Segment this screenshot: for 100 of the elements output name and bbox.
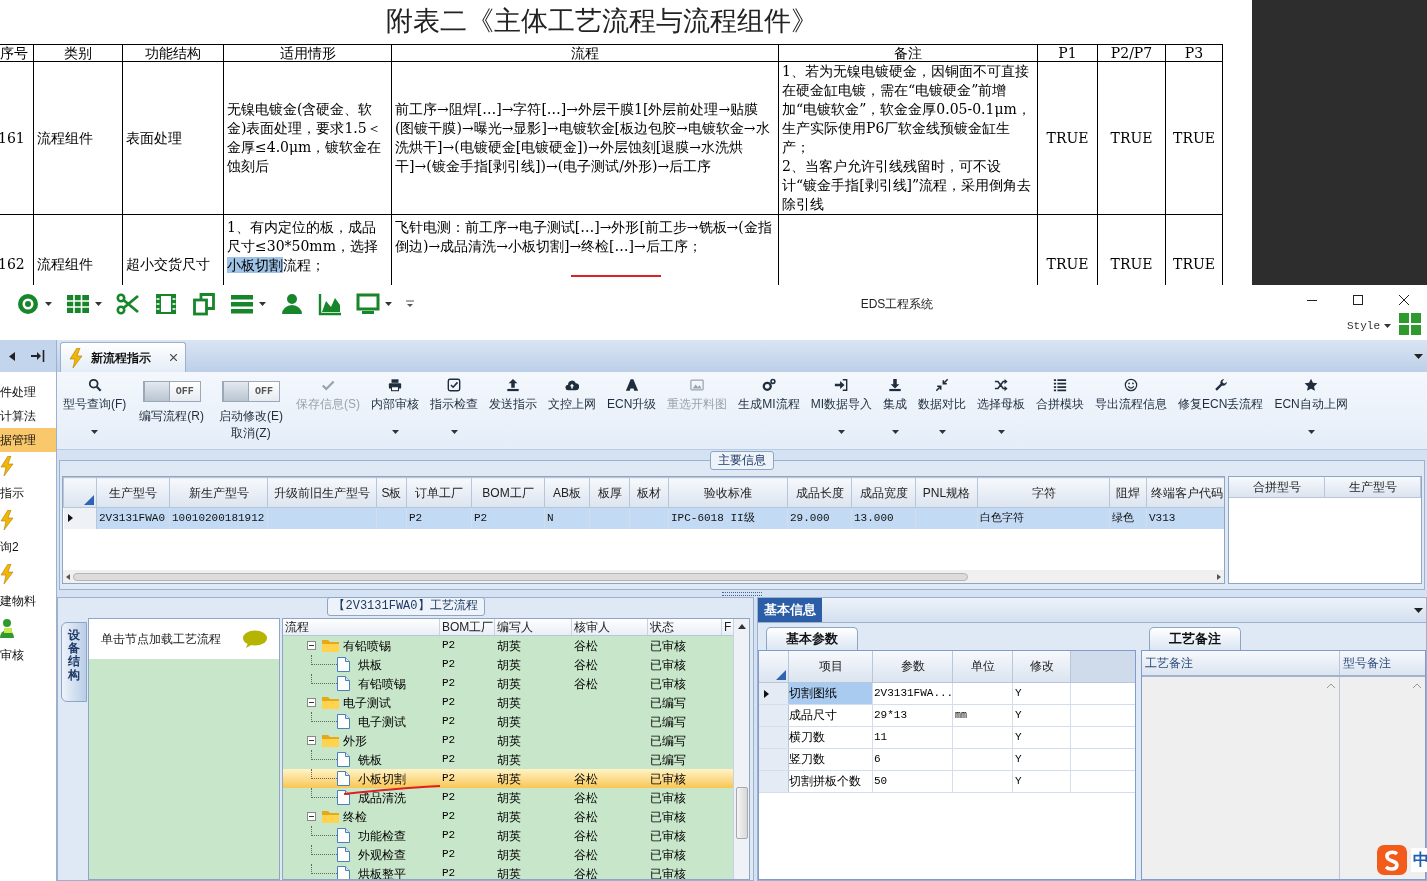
table-row[interactable]: 2V3131FWA0 10010200181912 P2 P2 N IPC-6018 II级 29.000 13.000 白色字符 绿色 V313 — [63, 507, 1224, 529]
dropdown-icon[interactable] — [1414, 607, 1423, 613]
ime-mode-text[interactable]: 中 — [1411, 848, 1427, 872]
panel-tab[interactable]: 基本信息 — [758, 598, 822, 622]
back-icon[interactable] — [9, 351, 15, 361]
nav-item[interactable]: 建物料 — [0, 560, 56, 614]
column-header[interactable]: 新生产型号 — [169, 477, 268, 508]
tree-row[interactable]: 外观检查 P2 胡英 谷松 已审核 — [283, 845, 733, 864]
scroll-right-icon[interactable] — [1217, 573, 1221, 580]
toolbar-button[interactable]: 指示检查 — [428, 372, 480, 449]
column-header[interactable]: S板 — [376, 477, 407, 508]
customize-icon[interactable] — [406, 299, 414, 308]
nav-item[interactable]: 询2 — [0, 506, 56, 560]
tree-row[interactable]: 有铅喷锡 P2 胡英 谷松 已审核 — [283, 674, 733, 693]
dropdown-icon[interactable] — [1414, 353, 1423, 359]
nav-item[interactable]: 件处理 — [0, 380, 56, 404]
column-header[interactable]: 生产型号 — [96, 477, 170, 508]
column-header[interactable]: 终端客户代码 — [1146, 477, 1224, 508]
column-header[interactable]: 单位 — [953, 651, 1013, 682]
ime-logo-icon[interactable] — [1377, 845, 1407, 875]
tree-row[interactable]: 终检 P2 胡英 谷松 已审核 — [283, 807, 733, 826]
collapse-icon[interactable] — [307, 641, 316, 650]
toolbar-button[interactable]: 文控上网 — [546, 372, 598, 449]
lifebuoy-icon[interactable] — [16, 291, 40, 316]
person-icon[interactable] — [280, 291, 304, 316]
scrollbar-thumb[interactable] — [735, 787, 748, 839]
column-header[interactable]: 合拼型号 — [1229, 477, 1325, 498]
row-header[interactable] — [759, 683, 789, 704]
scrollbar-thumb[interactable] — [73, 572, 968, 581]
nav-item[interactable]: 审核 — [0, 614, 56, 668]
tree-row[interactable]: 铣板 P2 胡英 已编写 — [283, 750, 733, 769]
toolbar-button[interactable]: 数据对比 — [916, 372, 969, 449]
tree-row[interactable]: 成品清洗 P2 胡英 谷松 已审核 — [283, 788, 733, 807]
collapse-icon[interactable] — [307, 812, 316, 821]
monitor-icon[interactable] — [356, 291, 380, 316]
sign-in-icon[interactable] — [31, 350, 45, 362]
toolbar-button[interactable]: 型号查询(F) — [61, 372, 129, 449]
column-header[interactable]: 修改 — [1013, 651, 1071, 682]
tree-row[interactable]: 电子测试 P2 胡英 已编写 — [283, 693, 733, 712]
column-header[interactable]: 成品长度 — [787, 477, 852, 508]
toolbar-button[interactable]: ECN升级 — [605, 372, 659, 449]
column-header[interactable]: 字符 — [977, 477, 1110, 508]
toolbar-button[interactable]: ECN自动上网 — [1272, 372, 1350, 449]
column-header[interactable]: 流程 — [283, 619, 440, 635]
toolbar-button[interactable]: MI数据导入 — [808, 372, 875, 449]
scroll-up-icon[interactable] — [737, 624, 746, 629]
column-header[interactable]: 成品宽度 — [851, 477, 916, 508]
collapse-icon[interactable] — [307, 736, 316, 745]
column-header[interactable]: 生产型号 — [1325, 477, 1421, 498]
remark-field[interactable] — [1142, 677, 1340, 879]
tree-row[interactable]: 烘板整平 P2 胡英 谷松 已审核 — [283, 864, 733, 879]
table-cell[interactable]: 横刀数 — [789, 727, 873, 748]
scroll-left-icon[interactable] — [66, 573, 70, 580]
toolbar-button[interactable]: 发送指示 — [487, 372, 539, 449]
column-header[interactable]: 阻焊 — [1109, 477, 1147, 508]
table-cell[interactable]: 切割拼板个数 — [789, 771, 873, 792]
column-header[interactable]: 升级前旧生产型号 — [267, 477, 377, 508]
table-cell[interactable]: 切割图纸 — [789, 683, 873, 704]
document-tab[interactable]: 新流程指示 — [60, 342, 186, 372]
column-header[interactable]: 编写人 — [495, 619, 572, 635]
column-header[interactable]: BOM工厂 — [440, 619, 495, 635]
column-header[interactable]: 板厚 — [589, 477, 630, 508]
nav-item[interactable]: 指示 — [0, 452, 56, 506]
table-cell[interactable]: 成品尺寸 — [789, 705, 873, 726]
area-chart-icon[interactable] — [318, 291, 342, 316]
collapse-icon[interactable] — [307, 698, 316, 707]
tree-row[interactable]: 烘板 P2 胡英 谷松 已审核 — [283, 655, 733, 674]
nav-item[interactable]: 据管理 — [0, 428, 56, 452]
tree-row[interactable]: 外形 P2 胡英 已编写 — [283, 731, 733, 750]
tree-row[interactable]: 电子测试 P2 胡英 已编写 — [283, 712, 733, 731]
toolbar-button[interactable]: 内部审核 — [369, 372, 421, 449]
column-header[interactable]: 核审人 — [572, 619, 648, 635]
column-header[interactable]: 状态 — [648, 619, 722, 635]
side-tab[interactable]: 设备结构 — [61, 622, 87, 702]
column-header[interactable]: 板材 — [629, 477, 669, 508]
column-header[interactable]: BOM工厂 — [471, 477, 545, 508]
tree-row[interactable]: 有铅喷锡 P2 胡英 谷松 已审核 — [283, 636, 733, 655]
table-cell[interactable]: 竖刀数 — [789, 749, 873, 770]
toolbar-button[interactable]: 生成MI流程 — [736, 372, 802, 449]
panel-tab[interactable]: 工艺备注 — [1149, 627, 1241, 650]
toolbar-button[interactable]: 修复ECN丢流程 — [1176, 372, 1266, 449]
toolbar-button[interactable]: 集成 — [881, 372, 910, 449]
style-dropdown[interactable]: Style — [1347, 317, 1391, 335]
toolbar-button[interactable]: 导出流程信息 — [1093, 372, 1170, 449]
toggle-switch[interactable]: OFF — [142, 381, 201, 402]
column-header[interactable]: 项目 — [789, 651, 873, 682]
panel-tab[interactable]: 基本参数 — [766, 627, 858, 650]
film-icon[interactable] — [154, 291, 178, 316]
column-header[interactable]: AB板 — [544, 477, 590, 508]
close-icon[interactable] — [170, 354, 177, 361]
column-header[interactable]: 参数 — [873, 651, 953, 682]
toggle-switch[interactable]: OFF — [222, 381, 280, 402]
tree-row[interactable]: 功能检查 P2 胡英 谷松 已审核 — [283, 826, 733, 845]
column-header[interactable]: PNL规格 — [915, 477, 978, 508]
tree-row[interactable]: 小板切割 P2 胡英 谷松 已审核 — [283, 769, 733, 788]
splitter-handle[interactable] — [722, 591, 762, 596]
column-header[interactable]: 订单工厂 — [406, 477, 472, 508]
column-header[interactable]: 验收标准 — [668, 477, 788, 508]
copy-icon[interactable] — [192, 291, 216, 316]
remark-field[interactable] — [1340, 677, 1425, 879]
